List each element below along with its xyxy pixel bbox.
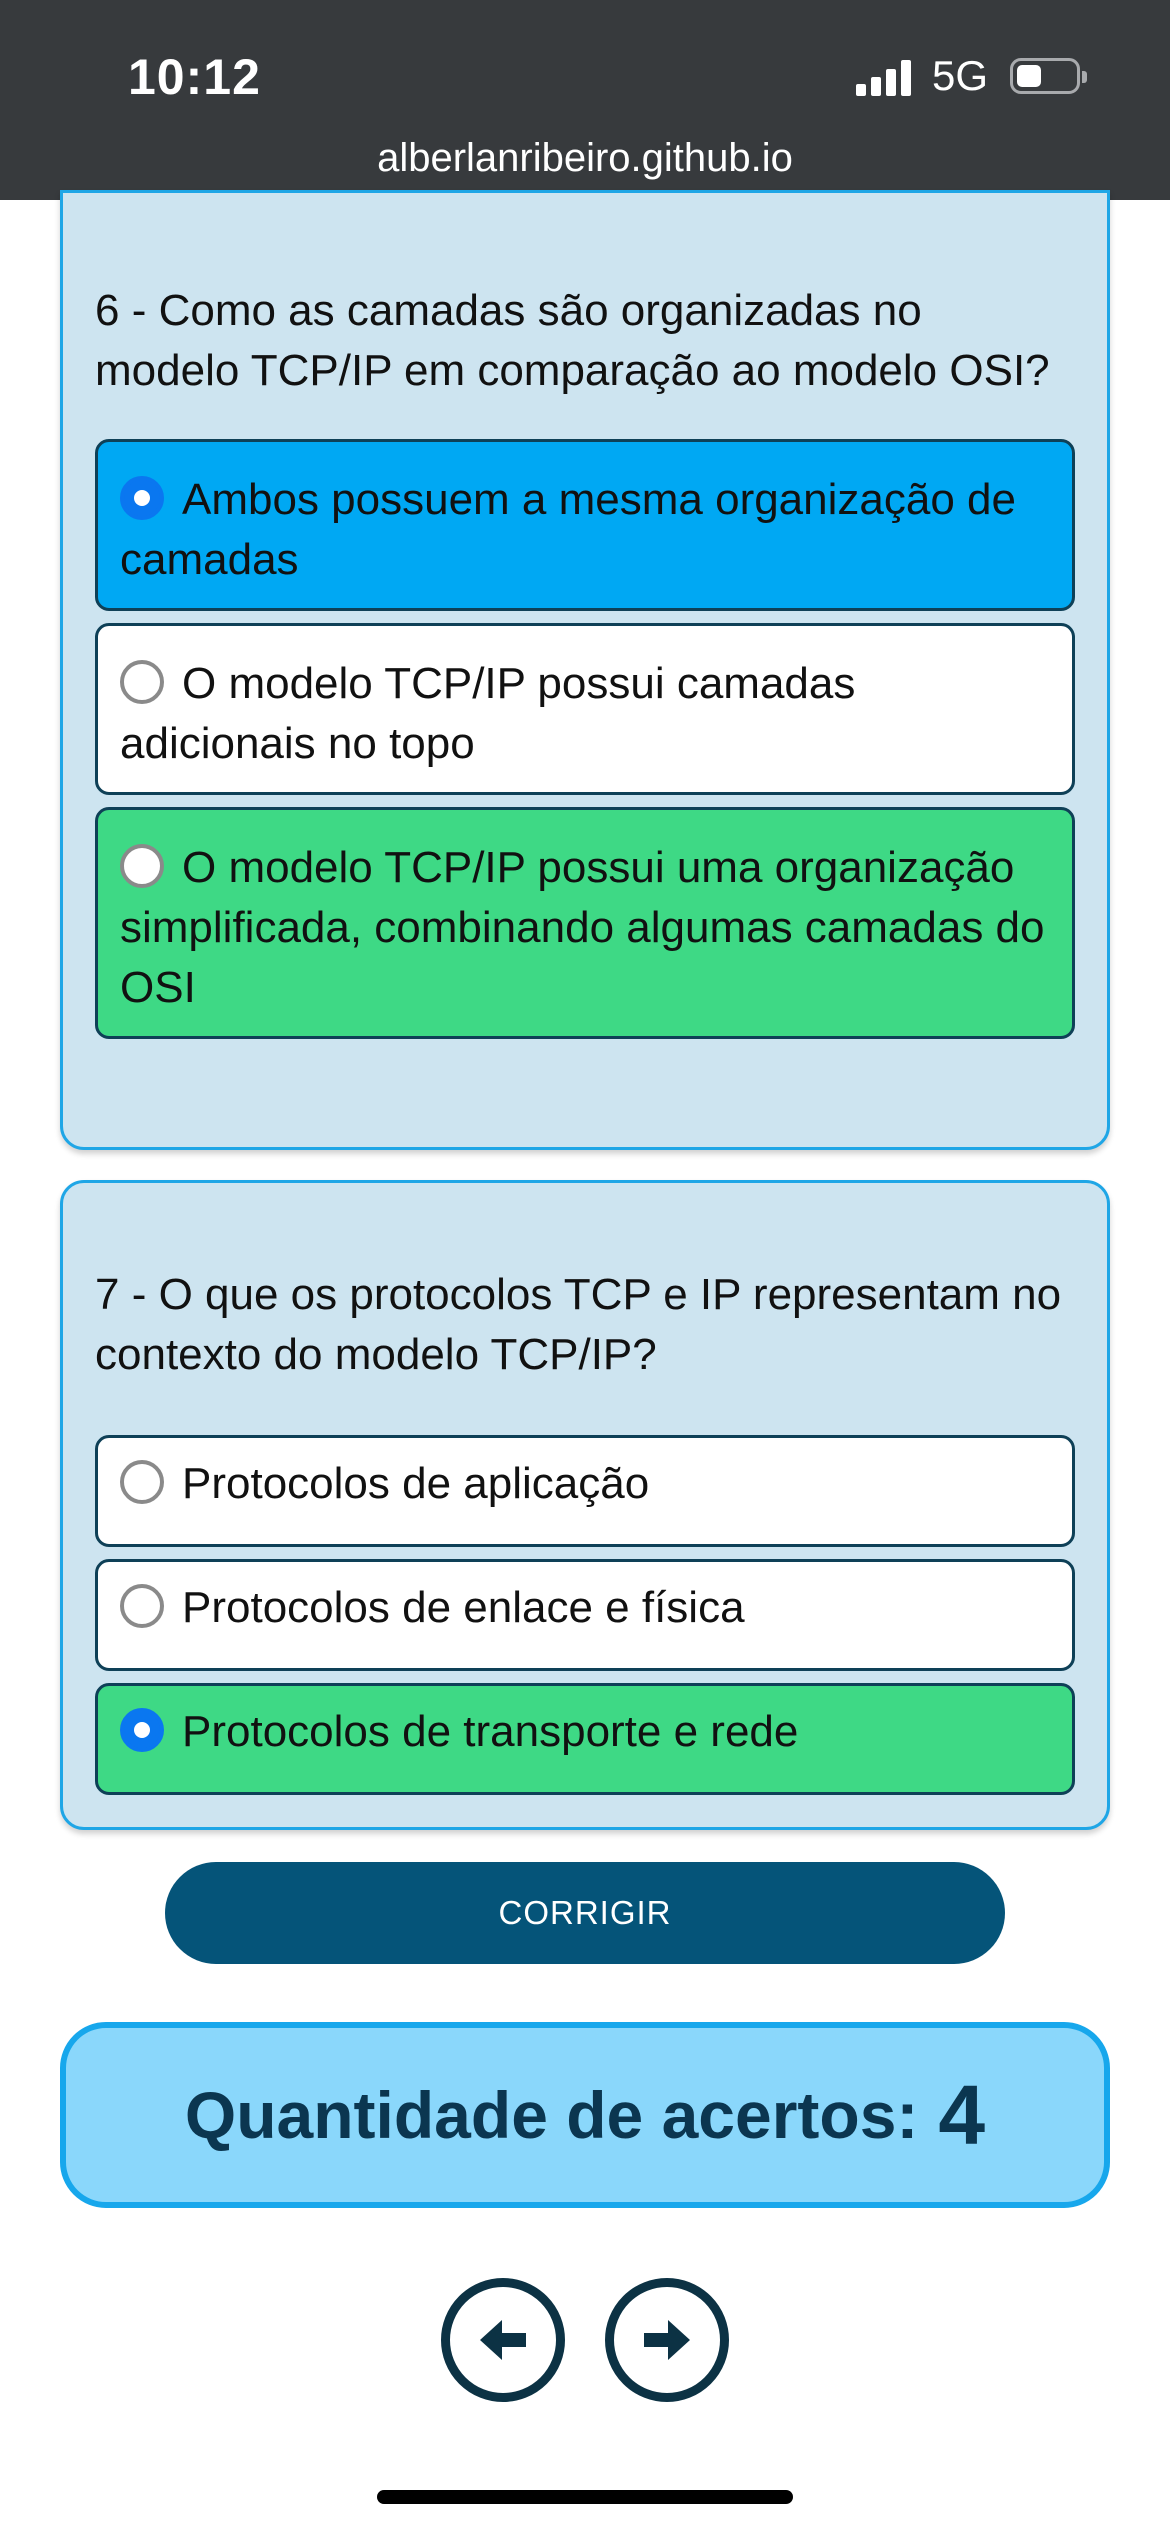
- option-additional-layers[interactable]: O modelo TCP/IP possui camadas adicionai…: [95, 623, 1075, 795]
- score-value: 4: [938, 2067, 986, 2162]
- option-label: O modelo TCP/IP possui camadas adicionai…: [120, 659, 856, 768]
- question-text: 7 - O que os protocolos TCP e IP represe…: [95, 1270, 1062, 1379]
- next-page-button[interactable]: [605, 2278, 729, 2402]
- browser-chrome: 10:12 5G alberlanribeiro.github.io: [0, 0, 1170, 200]
- option-transport-network-protocols[interactable]: Protocolos de transporte e rede: [95, 1683, 1075, 1795]
- radio-unselected-icon[interactable]: [120, 1584, 164, 1628]
- radio-unselected-icon[interactable]: [120, 1460, 164, 1504]
- option-label: Ambos possuem a mesma organização de cam…: [120, 475, 1016, 584]
- question-text: 6 - Como as camadas são organizadas no m…: [95, 286, 1050, 395]
- previous-page-button[interactable]: [441, 2278, 565, 2402]
- option-label: Protocolos de enlace e física: [182, 1583, 745, 1632]
- home-indicator[interactable]: [377, 2490, 793, 2504]
- radio-selected-icon[interactable]: [120, 1708, 164, 1752]
- option-label: Protocolos de aplicação: [182, 1459, 650, 1508]
- battery-icon: [1010, 58, 1087, 94]
- radio-selected-icon[interactable]: [120, 476, 164, 520]
- signal-icon: [856, 60, 916, 96]
- arrow-right-icon: [644, 2320, 690, 2360]
- options-list: Protocolos de aplicação Protocolos de en…: [95, 1435, 1075, 1795]
- radio-unselected-icon[interactable]: [120, 660, 164, 704]
- status-time: 10:12: [128, 49, 261, 105]
- option-label: Protocolos de transporte e rede: [182, 1707, 799, 1756]
- option-link-physical-protocols[interactable]: Protocolos de enlace e física: [95, 1559, 1075, 1671]
- question-card-6: 6 - Como as camadas são organizadas no m…: [60, 190, 1110, 1150]
- radio-unselected-icon[interactable]: [120, 844, 164, 888]
- option-label: O modelo TCP/IP possui uma organização s…: [120, 843, 1045, 1012]
- option-application-protocols[interactable]: Protocolos de aplicação: [95, 1435, 1075, 1547]
- score-box: Quantidade de acertos: 4: [60, 2022, 1110, 2208]
- network-type: 5G: [932, 52, 989, 99]
- correct-button[interactable]: CORRIGIR: [165, 1862, 1005, 1964]
- score-label: Quantidade de acertos:: [184, 2078, 919, 2152]
- options-list: Ambos possuem a mesma organização de cam…: [95, 439, 1075, 1039]
- address-bar-url[interactable]: alberlanribeiro.github.io: [0, 136, 1170, 181]
- option-same-organization[interactable]: Ambos possuem a mesma organização de cam…: [95, 439, 1075, 611]
- arrow-left-icon: [480, 2320, 526, 2360]
- question-card-7: 7 - O que os protocolos TCP e IP represe…: [60, 1180, 1110, 1830]
- option-simplified-organization[interactable]: O modelo TCP/IP possui uma organização s…: [95, 807, 1075, 1039]
